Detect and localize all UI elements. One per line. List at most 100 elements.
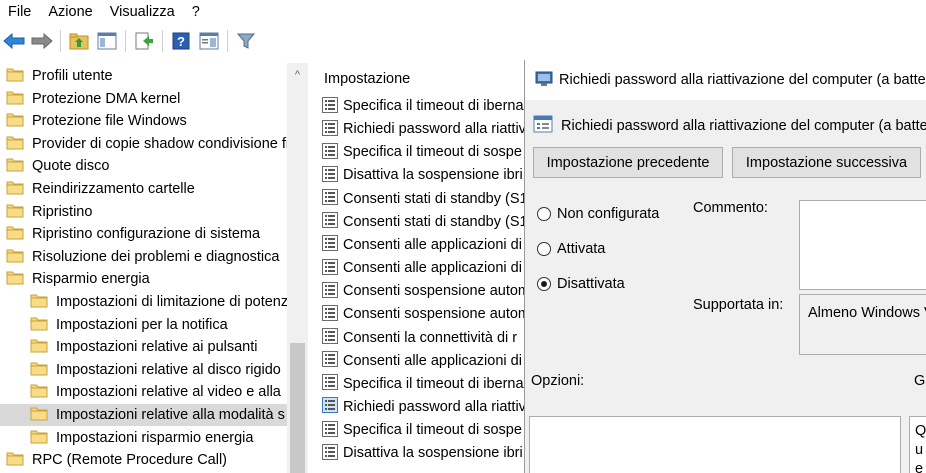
setting-row[interactable]: Consenti stati di standby (S1 (322, 188, 526, 210)
tree-item[interactable]: Risparmio energia (0, 268, 288, 290)
svg-text:?: ? (177, 34, 185, 49)
filter-icon[interactable] (234, 29, 258, 53)
folder-icon (6, 451, 24, 469)
setting-icon (322, 235, 338, 254)
tree-item-label: Ripristino configurazione di sistema (32, 226, 261, 243)
setting-row[interactable]: Disattiva la sospensione ibri (322, 442, 526, 464)
tree-item-label: Impostazioni relative al video e alla (56, 384, 281, 401)
setting-row[interactable]: Consenti sospensione autom (322, 303, 526, 325)
setting-icon (322, 142, 338, 162)
setting-icon (322, 96, 338, 116)
setting-icon (322, 212, 338, 231)
menu-azione[interactable]: Azione (48, 4, 92, 20)
tree-item[interactable]: Protezione DMA kernel (0, 88, 288, 110)
setting-row[interactable]: Specifica il timeout di sospe (322, 419, 526, 441)
tree-item[interactable]: Ripristino configurazione di sistema (0, 223, 288, 245)
tree-item[interactable]: Protezione file Windows (0, 110, 288, 132)
scrollbar-thumb[interactable] (290, 343, 305, 473)
tree-item[interactable]: Profili utente (0, 65, 288, 87)
tree-item-label: Profili utente (32, 68, 113, 84)
menu-help[interactable]: ? (192, 4, 200, 20)
tree-item-label: Impostazioni di limitazione di potenza (56, 294, 288, 310)
setting-row-label: Specifica il timeout di iberna (343, 375, 524, 392)
previous-setting-button[interactable]: Impostazione precedente (533, 147, 723, 178)
setting-row-label: Consenti alle applicazioni di (343, 352, 522, 369)
setting-row[interactable]: Disattiva la sospensione ibri (322, 164, 526, 186)
tree-item[interactable]: Quote disco (0, 155, 288, 177)
setting-row-label: Consenti alle applicazioni di (343, 260, 522, 277)
tree-item[interactable]: Provider di copie shadow condivisione fi… (0, 133, 288, 155)
tree-item[interactable]: Impostazioni relative al video e alla (0, 381, 288, 403)
setting-row-label: Disattiva la sospensione ibri (343, 445, 523, 462)
tree-item[interactable]: Impostazioni relative ai pulsanti (0, 336, 288, 358)
setting-row[interactable]: Consenti alle applicazioni di (322, 257, 526, 279)
tree-item[interactable]: Impostazioni risparmio energia (0, 427, 288, 449)
setting-row-label: Specifica il timeout di sospe (343, 422, 522, 439)
tree-item[interactable]: Impostazioni relative al disco rigido (0, 359, 288, 381)
tree-item[interactable]: Impostazioni per la notifica (0, 314, 288, 336)
setting-row[interactable]: Specifica il timeout di iberna (322, 95, 526, 117)
setting-row[interactable]: Specifica il timeout di iberna (322, 373, 526, 395)
folder-icon (30, 338, 48, 356)
help-icon[interactable]: ? (169, 29, 193, 53)
export-list-icon[interactable] (132, 29, 156, 53)
setting-row[interactable]: Specifica il timeout di sospe (322, 141, 526, 163)
tree-item[interactable]: Reindirizzamento cartelle (0, 178, 288, 200)
setting-row-label: Disattiva la sospensione ibri (343, 167, 523, 184)
dialog-app-icon (535, 71, 553, 90)
dialog-title-bar: Richiedi password alla riattivazione del… (525, 60, 926, 100)
tree-scrollbar[interactable]: ^ (287, 63, 308, 473)
menu-visualizza[interactable]: Visualizza (110, 4, 175, 20)
setting-icon (322, 328, 338, 347)
show-hide-tree-icon[interactable] (95, 29, 119, 53)
forward-arrow-icon[interactable] (30, 29, 54, 53)
setting-row-label: Specifica il timeout di iberna (343, 98, 524, 114)
folder-icon (30, 429, 48, 447)
radio-disabled[interactable]: Disattivata (537, 276, 625, 292)
next-setting-button[interactable]: Impostazione successiva (732, 147, 921, 178)
setting-row[interactable]: Richiedi password alla riattiv (322, 118, 526, 140)
setting-icon (322, 397, 338, 416)
comment-textarea[interactable] (799, 200, 926, 290)
setting-row[interactable]: Consenti alle applicazioni di (322, 234, 526, 256)
dialog-subtitle: Richiedi password alla riattivazione del… (561, 117, 926, 134)
toolbar: ? (0, 26, 926, 56)
setting-row[interactable]: Consenti sospensione autom (322, 280, 526, 302)
tree-item-label: Risoluzione dei problemi e diagnostica (32, 248, 280, 265)
tree-item-label: Impostazioni relative ai pulsanti (56, 339, 258, 356)
menu-file[interactable]: File (8, 4, 31, 20)
radio-not-configured-circle[interactable] (537, 207, 551, 221)
radio-enabled-label: Attivata (557, 241, 606, 257)
help-text: Questa impostazione dei criteri consente… (915, 423, 926, 473)
radio-enabled[interactable]: Attivata (537, 241, 605, 257)
tree-item[interactable]: Impostazioni relative alla modalità s (0, 404, 288, 426)
tree-item-label: RPC (Remote Procedure Call) (32, 452, 228, 469)
folder-icon (6, 248, 24, 266)
tree-item[interactable]: RPC (Remote Procedure Call) (0, 449, 288, 471)
radio-not-configured-label: Non configurata (557, 206, 660, 222)
setting-icon (322, 374, 338, 393)
setting-row[interactable]: Consenti la connettività di r (322, 327, 526, 349)
back-arrow-icon[interactable] (2, 29, 26, 53)
tree-item[interactable]: Ripristino (0, 201, 288, 223)
setting-row[interactable]: Consenti alle applicazioni di (322, 350, 526, 372)
list-column-header[interactable]: Impostazione (324, 71, 410, 87)
radio-not-configured[interactable]: Non configurata (537, 206, 659, 222)
properties-icon[interactable] (197, 29, 221, 53)
setting-icon (322, 258, 338, 278)
scroll-up-arrow-icon[interactable]: ^ (287, 65, 308, 85)
setting-row[interactable]: Richiedi password alla riattiv (322, 396, 526, 418)
up-folder-icon[interactable] (67, 29, 91, 53)
setting-icon (322, 351, 338, 370)
radio-disabled-circle[interactable] (537, 277, 551, 291)
options-panel (529, 416, 901, 473)
tree-item-label: Impostazioni relative al disco rigido (56, 361, 281, 378)
tree-item[interactable]: Risoluzione dei problemi e diagnostica (0, 246, 288, 268)
dialog-subtitle-row: Richiedi password alla riattivazione del… (533, 115, 926, 136)
folder-icon (6, 270, 24, 288)
setting-row[interactable]: Consenti stati di standby (S1 (322, 211, 526, 233)
folder-icon (6, 135, 24, 153)
tree-item[interactable]: Impostazioni di limitazione di potenza (0, 291, 288, 313)
radio-enabled-circle[interactable] (537, 242, 551, 256)
tree-item-label: Quote disco (32, 158, 110, 175)
